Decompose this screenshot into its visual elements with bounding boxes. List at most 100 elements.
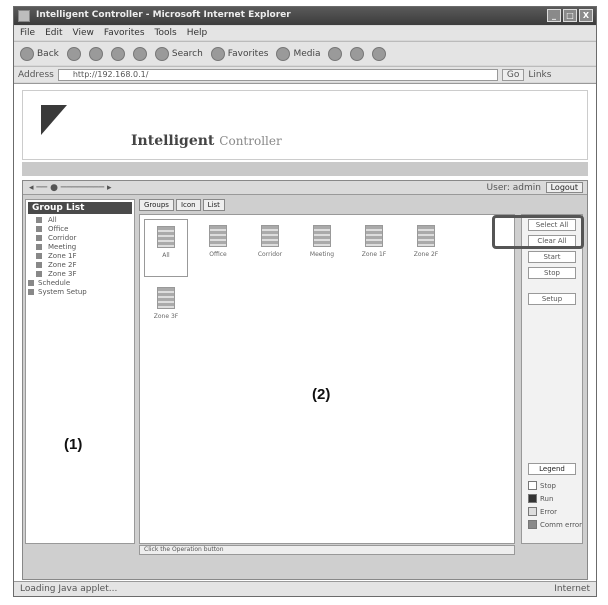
star-icon bbox=[210, 46, 225, 61]
legend-comm-error: Comm error bbox=[528, 520, 582, 529]
title-bar: Intelligent Controller - Microsoft Inter… bbox=[14, 7, 596, 25]
view-tabs: Groups Icon List bbox=[139, 199, 299, 212]
maximize-button[interactable]: □ bbox=[563, 9, 577, 22]
zoom-slider[interactable]: ◂ ── ● ──────── ▸ bbox=[29, 183, 112, 193]
swatch-error bbox=[528, 507, 537, 516]
legend-stop: Stop bbox=[528, 481, 556, 490]
history-icon bbox=[328, 46, 343, 61]
legend-run: Run bbox=[528, 494, 553, 503]
favorites-button[interactable]: Favorites bbox=[210, 46, 268, 61]
zone-text: Internet bbox=[554, 584, 590, 594]
browser-toolbar: Back Search Favorites Media bbox=[14, 41, 596, 65]
forward-button[interactable] bbox=[66, 46, 81, 61]
group-tree: Group List All Office Corridor Meeting Z… bbox=[25, 199, 135, 544]
address-input[interactable]: http://192.168.0.1/ bbox=[57, 68, 498, 81]
menu-tools[interactable]: Tools bbox=[155, 28, 177, 40]
banner: Intelligent Controller bbox=[22, 90, 588, 160]
search-button[interactable]: Search bbox=[154, 46, 203, 61]
group-icon bbox=[417, 225, 435, 247]
swatch-stop bbox=[528, 481, 537, 490]
group-tile-zone-3f[interactable]: Zone 3F bbox=[144, 281, 188, 339]
refresh-icon bbox=[110, 46, 125, 61]
operation-panel: Select All Clear All Start Stop Setup Le… bbox=[521, 214, 583, 544]
links-label[interactable]: Links bbox=[528, 70, 551, 80]
forward-icon bbox=[66, 46, 81, 61]
tree-item-zone-2f[interactable]: Zone 2F bbox=[26, 261, 134, 270]
menu-edit[interactable]: Edit bbox=[45, 28, 62, 40]
group-tile-zone-2f[interactable]: Zone 2F bbox=[404, 219, 448, 277]
home-icon bbox=[132, 46, 147, 61]
media-icon bbox=[276, 46, 291, 61]
group-tile-corridor[interactable]: Corridor bbox=[248, 219, 292, 277]
tree-root-group-list[interactable]: Group List bbox=[28, 202, 132, 214]
tree-item-schedule[interactable]: Schedule bbox=[26, 279, 134, 288]
legend-error: Error bbox=[528, 507, 557, 516]
tab-icon[interactable]: Icon bbox=[175, 199, 201, 211]
mail-icon bbox=[350, 46, 365, 61]
callout-label-1: (1) bbox=[64, 436, 83, 453]
swatch-run bbox=[528, 494, 537, 503]
callout-label-2: (2) bbox=[312, 386, 331, 403]
app-status-bar: Click the Operation button bbox=[139, 545, 515, 555]
tree-item-office[interactable]: Office bbox=[26, 225, 134, 234]
group-tile-office[interactable]: Office bbox=[196, 219, 240, 277]
setup-highlight-box bbox=[492, 215, 584, 249]
address-bar: Address http://192.168.0.1/ Go Links bbox=[14, 66, 596, 82]
ie-icon bbox=[18, 10, 30, 22]
user-label: User: admin bbox=[486, 183, 541, 193]
tree-item-zone-3f[interactable]: Zone 3F bbox=[26, 270, 134, 279]
product-logo: Intelligent Controller bbox=[131, 133, 282, 149]
menu-help[interactable]: Help bbox=[187, 28, 208, 40]
search-icon bbox=[154, 46, 169, 61]
go-button[interactable]: Go bbox=[501, 68, 525, 81]
stop-button[interactable]: Stop bbox=[528, 267, 576, 279]
group-icon bbox=[261, 225, 279, 247]
swatch-comm-error bbox=[528, 520, 537, 529]
legend-button[interactable]: Legend bbox=[528, 463, 576, 475]
refresh-button[interactable] bbox=[110, 46, 125, 61]
minimize-button[interactable]: _ bbox=[547, 9, 561, 22]
home-button[interactable] bbox=[132, 46, 147, 61]
banner-divider bbox=[22, 162, 588, 176]
logout-button[interactable]: Logout bbox=[545, 182, 583, 193]
tree-item-zone-1f[interactable]: Zone 1F bbox=[26, 252, 134, 261]
tab-groups[interactable]: Groups bbox=[139, 199, 174, 211]
group-icon bbox=[209, 225, 227, 247]
group-tile-zone-1f[interactable]: Zone 1F bbox=[352, 219, 396, 277]
history-button[interactable] bbox=[328, 46, 343, 61]
menu-favorites[interactable]: Favorites bbox=[104, 28, 145, 40]
start-button[interactable]: Start bbox=[528, 251, 576, 263]
print-icon bbox=[372, 46, 387, 61]
status-text: Loading Java applet... bbox=[20, 584, 118, 594]
group-icon bbox=[365, 225, 383, 247]
address-label: Address bbox=[18, 69, 54, 80]
stop-icon bbox=[88, 46, 103, 61]
tree-item-meeting[interactable]: Meeting bbox=[26, 243, 134, 252]
back-button[interactable]: Back bbox=[20, 46, 59, 61]
group-icon bbox=[157, 226, 175, 248]
media-button[interactable]: Media bbox=[276, 46, 320, 61]
close-button[interactable]: X bbox=[579, 9, 593, 22]
tab-list[interactable]: List bbox=[202, 199, 225, 211]
page-content: Intelligent Controller ◂ ── ● ──────── ▸… bbox=[14, 83, 596, 582]
tree-item-corridor[interactable]: Corridor bbox=[26, 234, 134, 243]
logo-icon bbox=[41, 105, 67, 135]
menu-bar: File Edit View Favorites Tools Help bbox=[14, 26, 596, 40]
group-tile-meeting[interactable]: Meeting bbox=[300, 219, 344, 277]
back-icon bbox=[20, 46, 34, 61]
group-icon bbox=[313, 225, 331, 247]
mail-button[interactable] bbox=[350, 46, 365, 61]
group-tile-all[interactable]: All bbox=[144, 219, 188, 277]
menu-file[interactable]: File bbox=[20, 28, 35, 40]
browser-window: Intelligent Controller - Microsoft Inter… bbox=[13, 6, 597, 597]
tree-item-system-setup[interactable]: System Setup bbox=[26, 288, 134, 297]
group-icon-area: All Office Corridor Meeting Zone 1F Zone… bbox=[139, 214, 515, 544]
print-button[interactable] bbox=[372, 46, 387, 61]
browser-status-bar: Loading Java applet... Internet bbox=[14, 581, 596, 596]
menu-view[interactable]: View bbox=[73, 28, 94, 40]
tree-item-all[interactable]: All bbox=[26, 216, 134, 225]
setup-button[interactable]: Setup bbox=[528, 293, 576, 305]
window-title: Intelligent Controller - Microsoft Inter… bbox=[36, 10, 291, 20]
group-icon bbox=[157, 287, 175, 309]
stop-button[interactable] bbox=[88, 46, 103, 61]
